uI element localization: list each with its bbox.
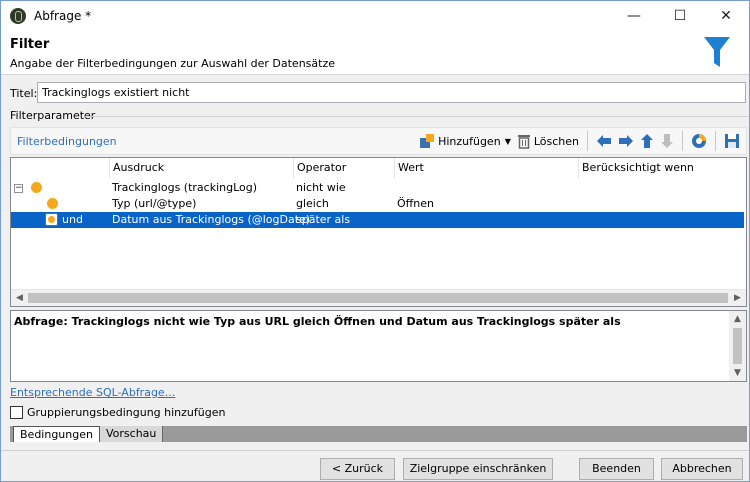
sql-query-link[interactable]: Entsprechende SQL-Abfrage... [10, 386, 175, 399]
filter-tree[interactable]: Ausdruck Operator Wert Berücksichtigt we… [10, 157, 747, 307]
trash-icon [517, 135, 530, 149]
arrow-down-icon [661, 134, 673, 148]
filter-toolbar: Filterbedingungen Hinzufügen ▼ Löschen [10, 127, 747, 155]
toolbar-title: Filterbedingungen [17, 134, 117, 148]
delete-label: Löschen [533, 134, 579, 148]
app-icon [10, 8, 26, 24]
back-button[interactable]: < Zurück [320, 458, 395, 480]
tab-conditions[interactable]: Bedingungen [13, 426, 100, 442]
query-description: Abfrage: Trackinglogs nicht wie Typ aus … [10, 310, 747, 382]
tree-row-selected[interactable]: und Datum aus Trackinglogs (@logDate) sp… [11, 212, 744, 228]
row-operator: später als [296, 213, 351, 226]
tab-strip: Bedingungen Vorschau [10, 426, 747, 442]
page-title: Filter [10, 37, 50, 52]
finish-button[interactable]: Beenden [579, 458, 654, 480]
restrict-target-button[interactable]: Zielgruppe einschränken > [403, 458, 553, 480]
column-header-operator[interactable]: Operator [293, 158, 394, 178]
footer-divider [1, 450, 749, 451]
toolbar-separator [715, 131, 716, 151]
column-header-condition[interactable]: Berücksichtigt wenn [578, 158, 744, 178]
close-button[interactable]: ✕ [703, 1, 749, 31]
add-label: Hinzufügen [438, 134, 501, 148]
move-down-button[interactable] [657, 130, 677, 152]
delete-button[interactable]: Löschen [514, 130, 582, 152]
window-title: Abfrage * [34, 9, 92, 23]
node-icon [47, 198, 58, 209]
grouping-condition-option[interactable]: Gruppierungsbedingung hinzufügen [10, 406, 225, 419]
title-label: Titel: [10, 87, 38, 100]
edit-condition-icon [45, 213, 58, 226]
query-window: Abfrage * — ☐ ✕ Filter Angabe der Filter… [0, 0, 750, 482]
row-prefix: und [62, 213, 83, 226]
save-icon [725, 134, 739, 148]
tab-preview[interactable]: Vorschau [100, 426, 164, 442]
arrow-right-icon [619, 135, 633, 147]
minimize-button[interactable]: — [611, 1, 657, 31]
tree-row[interactable]: − Trackinglogs (trackingLog) nicht wie [11, 180, 744, 196]
row-expression: Datum aus Trackinglogs (@logDate) [112, 213, 311, 226]
add-button[interactable]: Hinzufügen ▼ [416, 130, 514, 152]
vertical-scrollbar[interactable]: ▲ ▼ [729, 311, 746, 381]
page-subtitle: Angabe der Filterbedingungen zur Auswahl… [10, 57, 335, 70]
funnel-icon [704, 37, 730, 67]
row-expression: Trackinglogs (trackingLog) [112, 181, 258, 194]
move-up-button[interactable] [637, 130, 657, 152]
scroll-thumb[interactable] [733, 328, 742, 364]
title-input[interactable] [37, 82, 746, 103]
tree-row[interactable]: Typ (url/@type) gleich Öffnen [11, 196, 744, 212]
window-controls: — ☐ ✕ [611, 1, 749, 31]
toolbar-separator [682, 131, 683, 151]
section-divider [85, 116, 748, 117]
horizontal-scrollbar[interactable]: ◀ ▶ [11, 289, 746, 306]
toolbar-separator [587, 131, 588, 151]
title-bar: Abfrage * — ☐ ✕ [1, 1, 749, 31]
row-expression: Typ (url/@type) [112, 197, 197, 210]
arrow-up-icon [641, 134, 653, 148]
node-icon [31, 182, 42, 193]
scroll-left-icon[interactable]: ◀ [11, 290, 28, 306]
scroll-thumb[interactable] [28, 293, 728, 303]
query-description-text: Abfrage: Trackinglogs nicht wie Typ aus … [14, 315, 621, 328]
scroll-right-icon[interactable]: ▶ [729, 290, 746, 306]
scroll-up-icon[interactable]: ▲ [729, 311, 746, 327]
add-icon [420, 134, 435, 148]
move-left-button[interactable] [593, 130, 615, 152]
section-label: Filterparameter [10, 109, 96, 122]
maximize-button[interactable]: ☐ [657, 1, 703, 31]
arrow-left-icon [597, 135, 611, 147]
grouping-checkbox-label: Gruppierungsbedingung hinzufügen [27, 406, 226, 419]
chevron-down-icon[interactable]: ▼ [505, 137, 511, 146]
row-operator: gleich [296, 197, 329, 210]
row-value: Öffnen [397, 197, 434, 210]
cancel-button[interactable]: Abbrechen [661, 458, 743, 480]
scroll-down-icon[interactable]: ▼ [729, 365, 746, 381]
wizard-header: Filter Angabe der Filterbedingungen zur … [1, 31, 749, 75]
row-operator: nicht wie [296, 181, 346, 194]
distribution-button[interactable] [688, 130, 710, 152]
move-right-button[interactable] [615, 130, 637, 152]
column-header-value[interactable]: Wert [394, 158, 578, 178]
collapse-icon[interactable]: − [14, 184, 23, 193]
pie-chart-icon [692, 134, 706, 148]
column-header-expression[interactable]: Ausdruck [109, 158, 293, 178]
grouping-checkbox[interactable] [10, 406, 23, 419]
save-button[interactable] [721, 130, 743, 152]
